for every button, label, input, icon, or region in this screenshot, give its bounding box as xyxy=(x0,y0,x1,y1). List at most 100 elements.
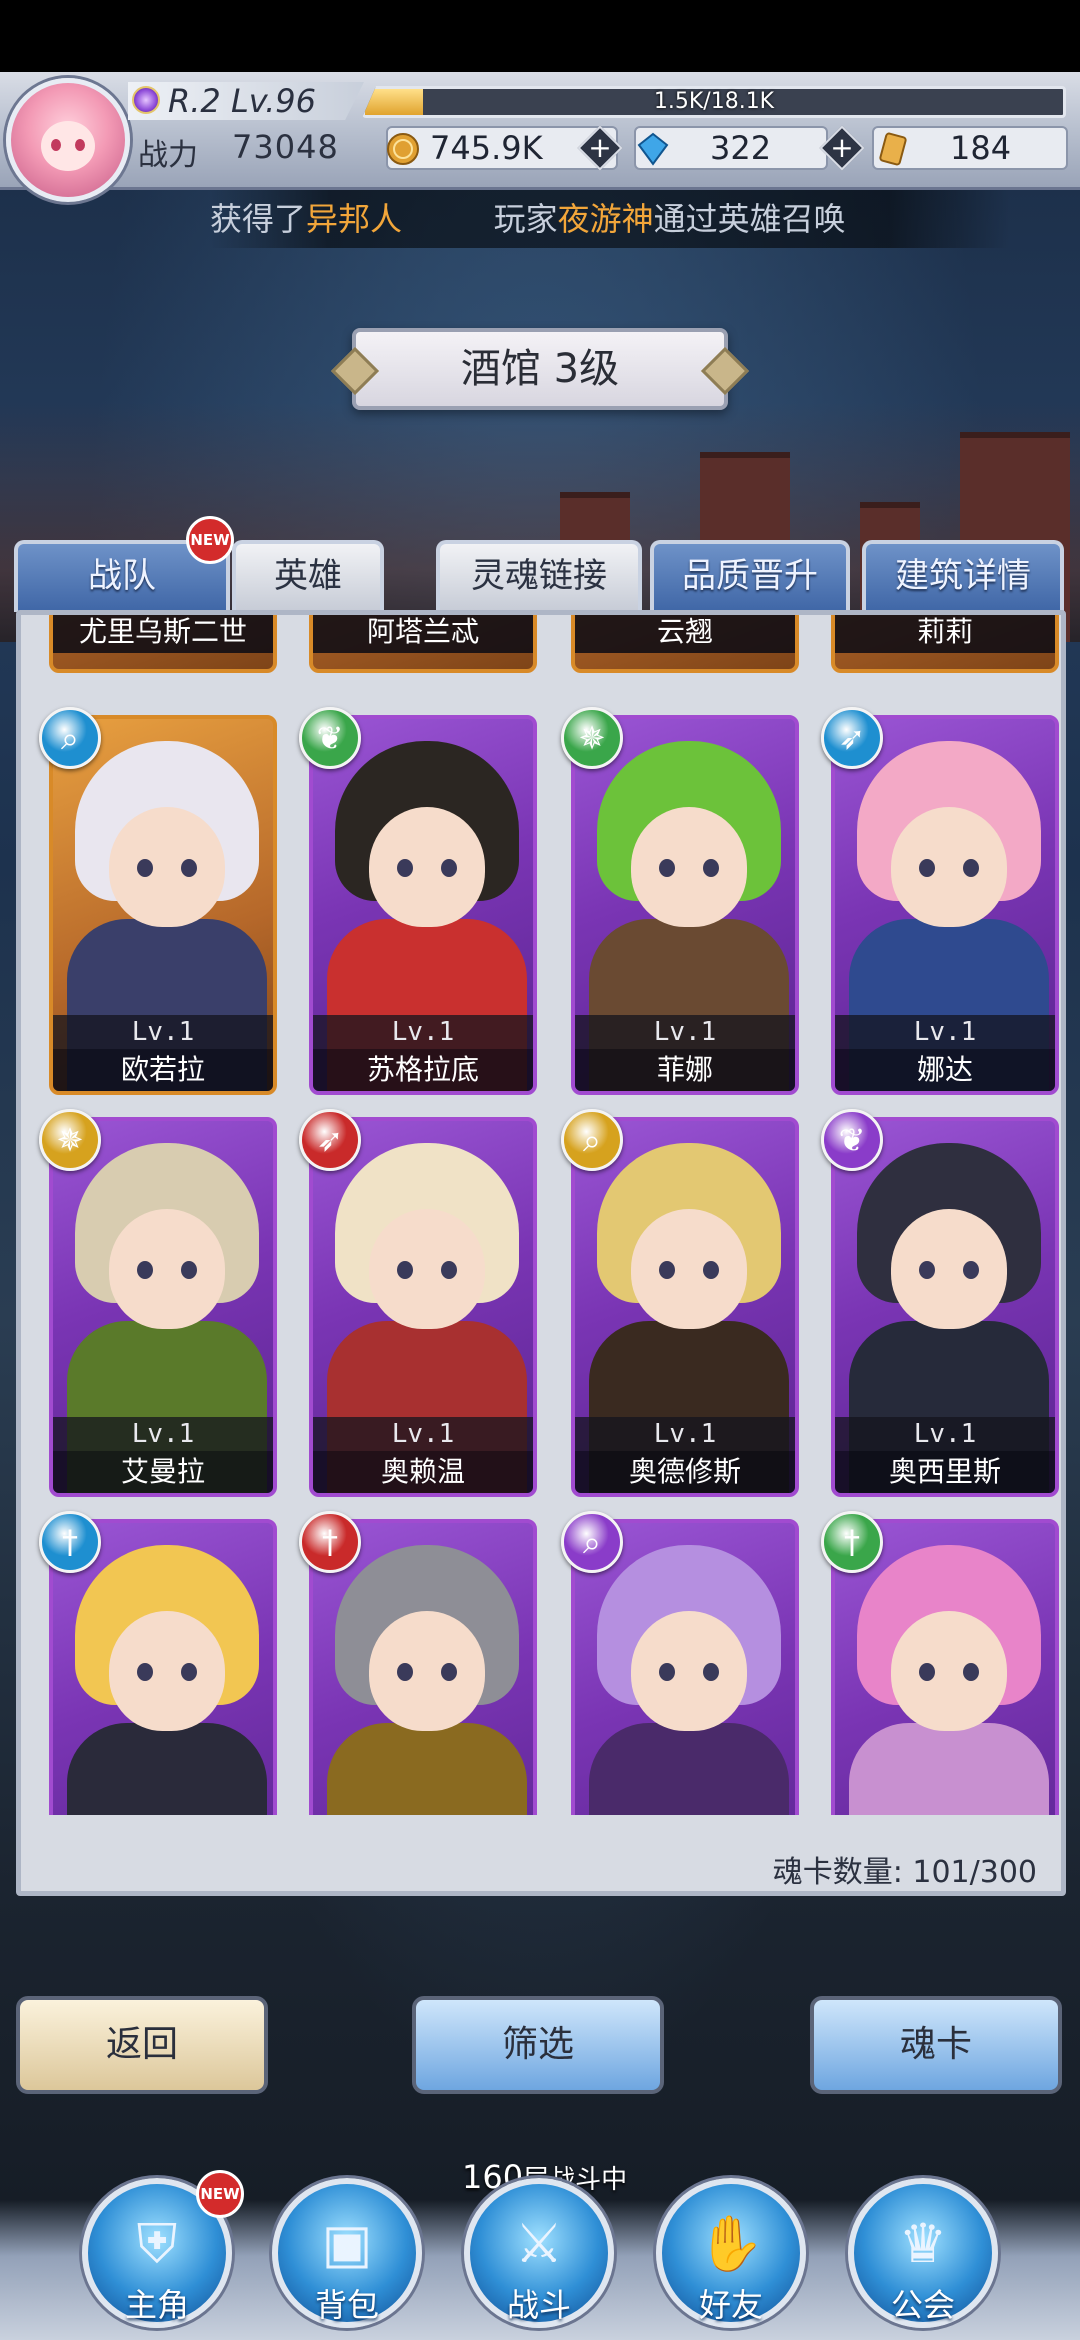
hero-level: Lv.1 xyxy=(53,1015,273,1049)
hero-name: 菲娜 xyxy=(575,1049,795,1091)
hero-card[interactable]: Lv.1阿塔兰忒 xyxy=(309,615,537,673)
hero-card[interactable]: Lv.1 苏格拉底 xyxy=(309,715,537,1095)
hero-face xyxy=(891,1611,1007,1731)
hero-list-panel: Lv.1尤里乌斯二世Lv.1阿塔兰忒Lv.1云翘Lv.1莉莉Lv.1欧若拉⌕Lv… xyxy=(16,610,1066,1896)
tab-soul-link[interactable]: 灵魂链接 xyxy=(436,540,642,612)
broadcast-marquee: 获得了异邦人 玩家夜游神通过英雄召唤 xyxy=(210,190,1010,248)
marquee-hero: 异邦人 xyxy=(306,200,403,238)
hero-card[interactable]: Lv.1云翘 xyxy=(571,615,799,673)
back-button[interactable]: 返回 xyxy=(16,1996,268,2094)
filter-button[interactable]: 筛选 xyxy=(412,1996,664,2094)
hero-eye xyxy=(441,1663,457,1681)
nav-battle[interactable]: ⚔ 战斗 xyxy=(464,2178,614,2328)
hero-face xyxy=(109,807,225,927)
nav-backpack[interactable]: ▣ 背包 xyxy=(272,2178,422,2328)
exp-bar: 1.5K/18.1K xyxy=(362,86,1066,118)
player-avatar[interactable] xyxy=(6,78,130,202)
wing-class-icon: ❦ xyxy=(821,1109,883,1171)
nav-backpack-label: 背包 xyxy=(314,2286,379,2324)
shuriken-class-icon: ✵ xyxy=(561,707,623,769)
hero-eye xyxy=(397,1663,413,1681)
guild-crest-icon: ♛ xyxy=(898,2212,948,2275)
tab-building-details-label: 建筑详情 xyxy=(895,556,1031,596)
hero-level: Lv.1 xyxy=(575,1015,795,1049)
hero-level: Lv.1 xyxy=(575,1417,795,1451)
player-rank-level: R.2 Lv.96 xyxy=(128,82,364,120)
sword-class-icon: † xyxy=(821,1511,883,1573)
hero-card[interactable]: Lv.1 娜达 xyxy=(831,715,1059,1095)
hero-face xyxy=(891,1209,1007,1329)
nav-battle-label: 战斗 xyxy=(506,2286,571,2324)
hero-card[interactable]: Lv.1 奥西里斯 xyxy=(831,1117,1059,1497)
hero-eye xyxy=(397,859,413,877)
diamond-resource: 322 xyxy=(634,126,828,170)
crossed-swords-icon: ⚔ xyxy=(514,2212,564,2275)
tab-heroes-label: 英雄 xyxy=(274,556,342,596)
sword-class-icon: † xyxy=(39,1511,101,1573)
hero-eye xyxy=(137,1663,153,1681)
helmet-icon: ⛨ xyxy=(136,2212,178,2275)
tab-team-label: 战队 xyxy=(88,556,156,596)
hero-level: Lv.1 xyxy=(313,1015,533,1049)
card-value: 184 xyxy=(950,129,1012,167)
marquee-text: 获得了 xyxy=(210,200,307,238)
marquee-player: 夜游神 xyxy=(557,200,654,238)
card-resource: 184 xyxy=(872,126,1068,170)
soul-card-button[interactable]: 魂卡 xyxy=(810,1996,1062,2094)
hero-level: Lv.1 xyxy=(53,1417,273,1451)
hero-face xyxy=(369,1611,485,1731)
hero-card[interactable]: Lv.1莉莉 xyxy=(831,615,1059,673)
hero-eye xyxy=(919,1663,935,1681)
nav-guild[interactable]: ♛ 公会 xyxy=(848,2178,998,2328)
hero-outfit xyxy=(849,1723,1049,1815)
hero-eye xyxy=(137,859,153,877)
hero-face xyxy=(631,1209,747,1329)
hero-card[interactable]: Lv.1 欧若拉 xyxy=(49,715,277,1095)
hero-face xyxy=(369,807,485,927)
gold-value: 745.9K xyxy=(430,129,543,167)
nav-friends[interactable]: ✋ 好友 xyxy=(656,2178,806,2328)
sword-class-icon: † xyxy=(299,1511,361,1573)
hero-name: 奥赖温 xyxy=(313,1451,533,1493)
hero-grid[interactable]: Lv.1尤里乌斯二世Lv.1阿塔兰忒Lv.1云翘Lv.1莉莉Lv.1欧若拉⌕Lv… xyxy=(31,615,1061,1815)
hero-card[interactable]: Lv.1 菲娜 xyxy=(571,715,799,1095)
hero-level: Lv.1 xyxy=(835,1417,1055,1451)
hero-card[interactable]: Lv.1 艾曼拉 xyxy=(49,1117,277,1497)
hero-card[interactable]: Lv.1 奥赖温 xyxy=(309,1117,537,1497)
nav-guild-label: 公会 xyxy=(890,2286,955,2324)
hero-name: 娜达 xyxy=(835,1049,1055,1091)
hero-outfit xyxy=(589,1723,789,1815)
hero-name: 阿塔兰忒 xyxy=(313,615,533,653)
bow-class-icon: ➶ xyxy=(821,707,883,769)
hero-name: 苏格拉底 xyxy=(313,1049,533,1091)
hero-card[interactable]: Lv.1尤里乌斯二世 xyxy=(49,615,277,673)
hero-eye xyxy=(181,859,197,877)
hero-eye xyxy=(181,1261,197,1279)
new-badge: NEW xyxy=(186,516,234,564)
hero-level: Lv.1 xyxy=(835,1015,1055,1049)
tab-heroes[interactable]: 英雄 xyxy=(232,540,384,612)
building-title: 酒馆 3级 xyxy=(352,328,728,410)
hero-eye xyxy=(137,1261,153,1279)
wing-class-icon: ❦ xyxy=(299,707,361,769)
hero-outfit xyxy=(327,1723,527,1815)
hero-eye xyxy=(659,1663,675,1681)
staff-class-icon: ⌕ xyxy=(39,707,101,769)
power-label: 战力 xyxy=(138,138,198,173)
hero-outfit xyxy=(67,1723,267,1815)
marquee-text-2: 玩家 xyxy=(493,200,558,238)
soul-card-count: 魂卡数量: 101/300 xyxy=(772,1855,1037,1890)
hero-eye xyxy=(441,859,457,877)
hero-name: 莉莉 xyxy=(835,615,1055,653)
exp-text: 1.5K/18.1K xyxy=(653,89,775,114)
hero-eye xyxy=(441,1261,457,1279)
handshake-icon: ✋ xyxy=(697,2212,765,2275)
hero-eye xyxy=(919,1261,935,1279)
hero-eye xyxy=(703,1261,719,1279)
hero-name: 奥西里斯 xyxy=(835,1451,1055,1493)
tab-building-details[interactable]: 建筑详情 xyxy=(862,540,1064,612)
hero-eye xyxy=(703,859,719,877)
card-ticket-icon xyxy=(879,132,907,166)
hero-card[interactable]: Lv.1 奥德修斯 xyxy=(571,1117,799,1497)
tab-quality-upgrade[interactable]: 品质晋升 xyxy=(650,540,850,612)
